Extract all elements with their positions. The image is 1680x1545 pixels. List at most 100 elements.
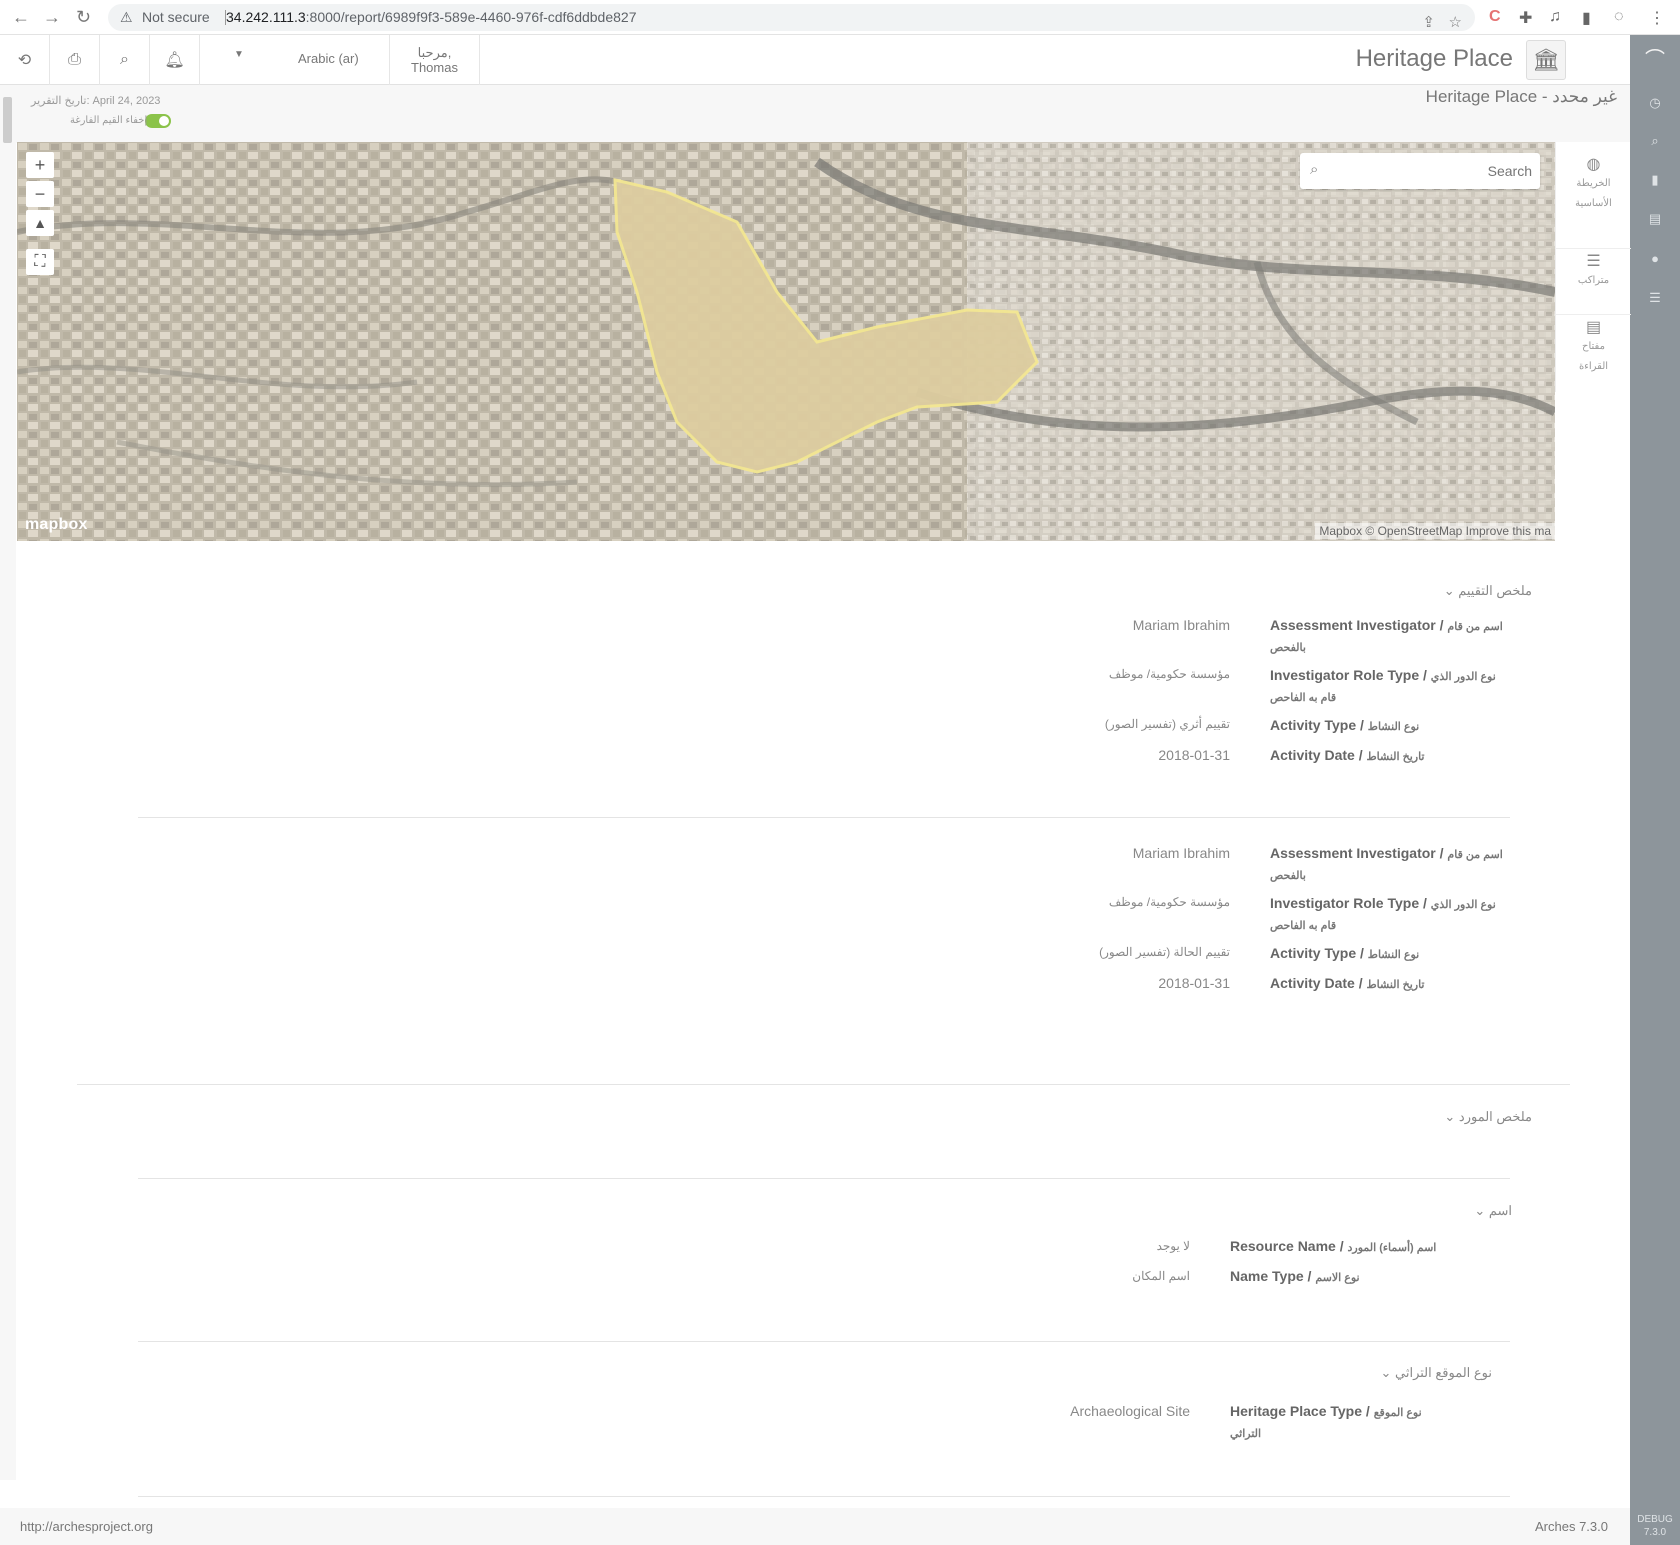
dashboard-icon[interactable]: ◷: [1630, 95, 1680, 111]
globe-icon: ◍: [1586, 156, 1601, 173]
overlays-button[interactable]: ☰ متراكب: [1556, 248, 1631, 291]
activity-type-value: تقييم الحالة (تفسير الصور): [1099, 945, 1230, 959]
list-icon: ☰: [1586, 253, 1601, 270]
sidepanel-icon[interactable]: ▮: [1582, 8, 1591, 28]
extension-icon[interactable]: C: [1489, 8, 1501, 26]
security-label: Not secure: [142, 9, 210, 25]
scrollbar[interactable]: [0, 85, 16, 1480]
chevron-down-icon: ⌄: [1444, 1109, 1456, 1124]
compass-button[interactable]: ▲: [26, 210, 54, 236]
legend-icon: ▤: [1585, 319, 1602, 336]
chevron-down-icon: ▼: [234, 49, 244, 60]
legend-label-2: القراءة: [1578, 361, 1609, 372]
basemap-label-1: الخريطة: [1576, 178, 1611, 189]
arches-version: Arches 7.3.0: [1535, 1519, 1608, 1534]
legend-label-1: مفتاح: [1582, 341, 1605, 352]
map-attribution[interactable]: Mapbox © OpenStreetMap Improve this ma: [1315, 523, 1555, 539]
mapbox-logo[interactable]: mapbox: [25, 516, 88, 534]
activity-date-value: 2018-01-31: [1158, 975, 1230, 991]
fullscreen-button[interactable]: ⛶: [26, 249, 54, 275]
hide-empty-toggle[interactable]: [145, 114, 171, 128]
map-view[interactable]: + − ▲ ⛶ ⌕ mapbox Mapbox © OpenStreetMap …: [17, 142, 1555, 541]
warning-icon: ⚠: [120, 9, 133, 25]
url-host: 34.242.111.3: [226, 9, 306, 25]
share-icon[interactable]: ⇪: [1422, 9, 1435, 36]
label-en: Activity Type /: [1270, 717, 1368, 733]
name-section-header[interactable]: ⌄ اسم: [1474, 1203, 1512, 1219]
language-select[interactable]: ▼ Arabic (ar): [200, 35, 390, 85]
arches-logo-icon[interactable]: ⌒: [1630, 43, 1680, 72]
investigator-value: Mariam Ibrahim: [1132, 617, 1230, 633]
reload-icon[interactable]: ↻: [76, 7, 91, 28]
label-en: Activity Type /: [1270, 945, 1368, 961]
map-search-input[interactable]: [1342, 159, 1532, 183]
brand-title: Heritage Place: [1355, 45, 1513, 72]
print-button[interactable]: ⎙: [50, 35, 100, 85]
chevron-down-icon: ⌄: [1380, 1365, 1392, 1380]
map-search-box[interactable]: ⌕: [1300, 153, 1540, 189]
profile-icon[interactable]: ◌: [1614, 8, 1624, 26]
resource-summary-header[interactable]: ⌄ ملخص المورد: [1444, 1109, 1532, 1125]
map-side-panel: ◍ الخريطة الأساسية ☰ متراكب ▤ مفتاح القر…: [1555, 142, 1631, 392]
museum-icon: 🏛︎: [1526, 40, 1566, 80]
label-en: Activity Date /: [1270, 747, 1367, 763]
arches-project-link[interactable]: http://archesproject.org: [20, 1519, 153, 1534]
overlays-label: متراكب: [1577, 275, 1610, 286]
menu-icon[interactable]: ⋮: [1649, 8, 1665, 28]
assessment-summary-header[interactable]: ⌄ ملخص التقييم: [1444, 583, 1532, 599]
zoom-out-button[interactable]: −: [26, 181, 54, 207]
bookmark-icon[interactable]: ▮: [1630, 172, 1680, 188]
report-header: [0, 85, 1630, 143]
browser-toolbar: ← → ↻ ⚠ Not secure 34.242.111.3:8000/rep…: [0, 0, 1680, 35]
label-ar: نوع الاسم: [1315, 1272, 1360, 1284]
search-button[interactable]: ⌕: [100, 35, 150, 85]
report-title: Heritage Place - غير محدد: [1425, 87, 1617, 106]
resource-summary-title: ملخص المورد: [1458, 1109, 1532, 1124]
back-icon[interactable]: ←: [12, 7, 30, 28]
puzzle-icon[interactable]: ✚: [1519, 8, 1532, 28]
chevron-down-icon: ⌄: [1474, 1203, 1486, 1218]
label-en: Resource Name /: [1230, 1238, 1348, 1254]
legend-button[interactable]: ▤ مفتاح القراءة: [1556, 314, 1631, 377]
investigator-label: Assessment Investigator / اسم من قام بال…: [1270, 844, 1510, 886]
label-ar: تاريخ النشاط: [1366, 751, 1425, 763]
right-sidebar: ⌒ ◷ ⌕ ▮ ▤ ● ☰ DEBUG 7.3.0: [1630, 35, 1680, 1545]
zoom-in-button[interactable]: +: [26, 152, 54, 178]
logout-icon: ⟲: [17, 52, 32, 69]
bookmark-star-icon[interactable]: ☆: [1449, 9, 1462, 36]
bell-icon: 🔔︎: [164, 52, 185, 69]
place-type-label: Heritage Place Type / نوع الموقع التراثي: [1230, 1402, 1440, 1444]
user-menu[interactable]: مرحبا, Thomas: [390, 35, 480, 85]
app: ⟲ ⎙ ⌕ 🔔︎ ▼ Arabic (ar) مرحبا, Thomas Her…: [0, 35, 1680, 1545]
activity-type-value: تقييم أثري (تفسير الصور): [1104, 717, 1230, 731]
address-bar[interactable]: ⚠ Not secure 34.242.111.3:8000/report/69…: [108, 4, 1475, 31]
name-section-title: اسم: [1488, 1203, 1512, 1218]
forward-icon[interactable]: →: [43, 7, 61, 28]
search-icon: ⌕: [120, 51, 129, 68]
activity-type-label: Activity Type / نوع النشاط: [1270, 716, 1510, 737]
basemap-button[interactable]: ◍ الخريطة الأساسية: [1556, 156, 1631, 214]
satellite-imagery: [17, 142, 1555, 541]
place-type-value: Archaeological Site: [1070, 1403, 1190, 1419]
divider: [138, 817, 1510, 818]
role-value: مؤسسة حكومية/ موظف: [1108, 895, 1230, 909]
assessment-summary-title: ملخص التقييم: [1458, 583, 1532, 598]
media-icon[interactable]: ♫: [1549, 8, 1561, 26]
scrollbar-thumb[interactable]: [3, 97, 12, 143]
sidebar-search-icon[interactable]: ⌕: [1630, 133, 1680, 149]
activity-date-label: Activity Date / تاريخ النشاط: [1270, 974, 1510, 995]
notifications-button[interactable]: 🔔︎: [150, 35, 200, 85]
activity-date-label: Activity Date / تاريخ النشاط: [1270, 746, 1510, 767]
basemap-label-2: الأساسية: [1575, 198, 1612, 209]
activity-date-value: 2018-01-31: [1158, 747, 1230, 763]
url-text[interactable]: 34.242.111.3:8000/report/6989f9f3-589e-4…: [226, 4, 637, 31]
user-icon[interactable]: ●: [1630, 251, 1680, 266]
cards-icon[interactable]: ▤: [1630, 211, 1680, 227]
top-navbar: ⟲ ⎙ ⌕ 🔔︎ ▼ Arabic (ar) مرحبا, Thomas Her…: [0, 35, 1630, 85]
list-icon[interactable]: ☰: [1630, 290, 1680, 306]
label-ar: نوع النشاط: [1367, 949, 1420, 961]
logout-button[interactable]: ⟲: [0, 35, 50, 85]
place-type-section-header[interactable]: ⌄ نوع الموقع التراثي: [1380, 1365, 1492, 1381]
label-en: Assessment Investigator /: [1270, 845, 1448, 861]
divider: [138, 1341, 1510, 1342]
